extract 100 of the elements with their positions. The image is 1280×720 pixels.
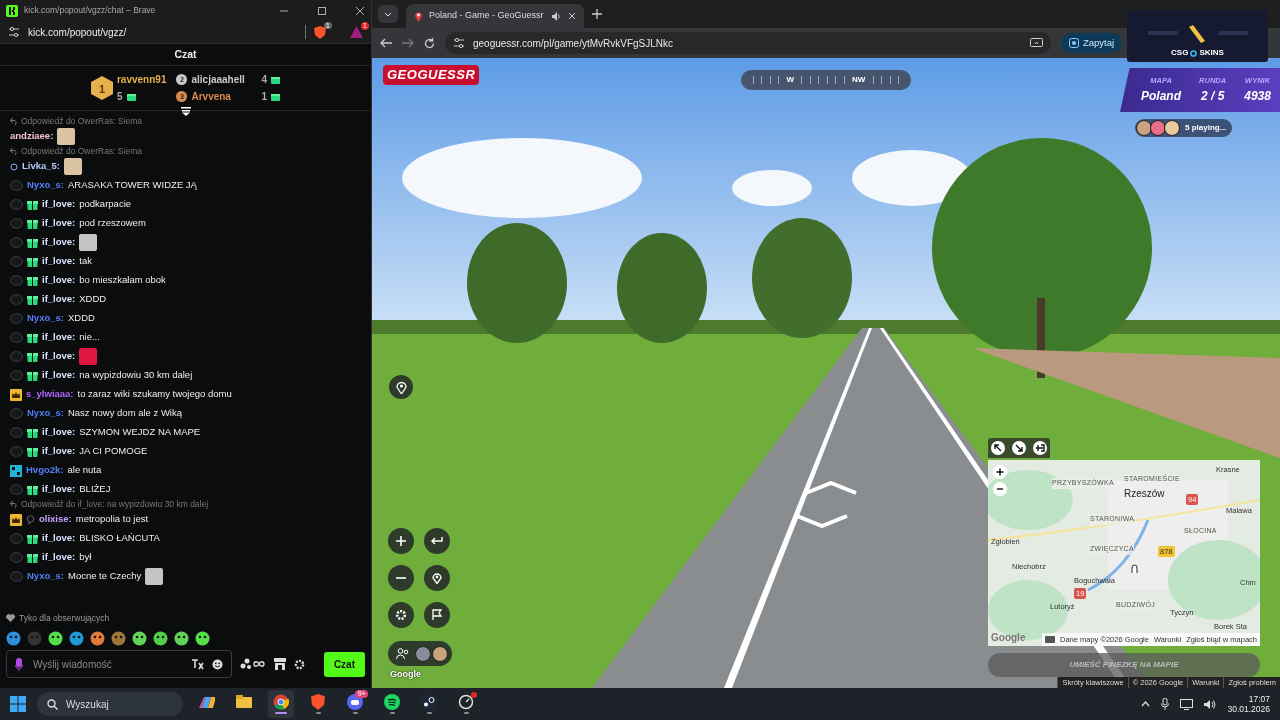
gift-badge-icon <box>27 484 38 495</box>
close-icon[interactable] <box>568 12 576 20</box>
plus-icon <box>996 468 1004 476</box>
window-title: kick.com/popout/vgzz/chat – Brave <box>24 4 157 17</box>
emote-icon[interactable] <box>6 630 21 646</box>
gift-icon <box>271 75 280 84</box>
ring-badge-icon <box>10 180 23 191</box>
username: Arvvena <box>191 90 232 104</box>
username: if_love: <box>42 273 76 288</box>
map-size-button[interactable] <box>991 441 1006 455</box>
maximize-icon[interactable] <box>317 5 327 16</box>
avatar <box>432 645 448 662</box>
ring-badge-icon <box>10 552 23 563</box>
map-size-button[interactable] <box>1032 441 1047 455</box>
game-logo[interactable]: GEOGUESSR <box>383 65 480 85</box>
lens-icon <box>1069 38 1079 48</box>
translate-icon[interactable] <box>192 658 204 670</box>
emote-icon[interactable] <box>48 630 63 646</box>
username: ravvenn91 <box>116 73 167 87</box>
new-tab-icon[interactable] <box>592 9 602 19</box>
heart-icon <box>6 614 15 622</box>
map-size-button[interactable] <box>1012 441 1026 455</box>
sound-waves-icon <box>384 694 400 710</box>
reload-icon[interactable] <box>424 37 435 49</box>
advertisement[interactable]: CSG SKINS <box>1127 10 1268 62</box>
message-field[interactable]: Wyślij wiadomość <box>6 650 232 678</box>
chevron-up-icon[interactable] <box>1141 701 1151 707</box>
taskbar-search[interactable]: Wyszukaj <box>37 692 183 716</box>
keyboard-icon[interactable] <box>1044 635 1055 643</box>
plus-icon <box>395 535 407 547</box>
ring-badge-icon <box>10 370 23 381</box>
emote-icon[interactable] <box>69 630 84 646</box>
guess-map[interactable] <box>988 460 1260 646</box>
username: s_ylwiaaa: <box>26 387 74 402</box>
store-icon[interactable] <box>274 658 286 670</box>
username: if_love: <box>42 482 76 497</box>
browser-tab[interactable]: Poland - Game - GeoGuessr <box>406 4 584 28</box>
microphone-icon[interactable] <box>1161 698 1170 710</box>
address-bar[interactable]: geoguessr.com/pl/game/ytMvRvkVFgSJLNkc <box>445 32 1051 54</box>
ring-badge-icon <box>10 484 23 495</box>
filter-icon[interactable] <box>179 107 192 116</box>
circle-badge-icon <box>10 162 18 171</box>
cast-icon[interactable] <box>1030 37 1043 49</box>
message-input[interactable]: Wyślij wiadomość <box>31 655 184 673</box>
username: if_love: <box>42 292 76 307</box>
url-text[interactable]: kick.com/popout/vgzz/ <box>28 24 297 40</box>
microphone-icon[interactable] <box>15 657 23 671</box>
gift-badge-icon <box>27 446 38 457</box>
close-icon[interactable] <box>355 5 365 16</box>
emote-icon[interactable] <box>90 630 105 646</box>
ring-badge-icon <box>10 199 23 210</box>
message-text: JA CI POMOGE <box>79 444 148 459</box>
taskbar-app[interactable] <box>268 690 294 718</box>
gift-count: 5 <box>116 90 123 104</box>
username: Hvgo2k: <box>26 463 64 478</box>
dial-icon <box>458 694 474 710</box>
infinity-points-icon[interactable] <box>240 658 266 670</box>
emote-icon[interactable] <box>174 630 189 646</box>
send-button[interactable]: Czat <box>323 651 365 677</box>
tune-icon[interactable] <box>8 26 20 38</box>
chat-title: Czat <box>0 44 371 66</box>
ask-button[interactable]: Zapytaj <box>1061 32 1123 54</box>
monitor-icon[interactable] <box>1180 698 1194 710</box>
ad-brand-text: CSG <box>1171 47 1189 59</box>
ring-badge-icon <box>10 256 23 267</box>
emote-icon[interactable] <box>195 630 210 646</box>
gift-badge-icon <box>27 294 38 305</box>
username: if_love: <box>42 550 76 565</box>
gift-badge-icon <box>27 237 38 248</box>
reply-context: Odpowiedź do OwerRas: Siema <box>21 116 142 127</box>
speaker-icon[interactable] <box>1204 698 1217 710</box>
ring-badge-icon <box>10 351 23 362</box>
emoji-icon[interactable] <box>212 658 223 670</box>
speaker-icon[interactable] <box>552 11 562 21</box>
back-icon[interactable] <box>380 38 392 48</box>
gift-badge-icon <box>27 218 38 229</box>
gift-badge-icon <box>27 256 38 267</box>
message-text: podkarpacie <box>79 197 132 212</box>
tune-icon[interactable] <box>453 37 465 49</box>
message-text: tak <box>79 254 92 269</box>
settings-icon <box>395 609 407 621</box>
windows-start-icon[interactable] <box>10 696 26 712</box>
clock-date[interactable]: 30.01.2026 <box>1227 704 1270 715</box>
players-button[interactable] <box>388 641 452 666</box>
players-pill[interactable]: 5 playing... <box>1135 119 1233 137</box>
zoom-in-button[interactable] <box>993 465 1007 479</box>
ring-badge-icon <box>10 218 23 229</box>
ring-badge-icon <box>10 275 23 286</box>
emote-icon[interactable] <box>153 630 168 646</box>
ring-badge-icon <box>10 446 23 457</box>
settings-icon[interactable] <box>294 658 305 670</box>
emote-icon[interactable] <box>111 630 126 646</box>
username: Nyxo_s: <box>27 569 64 584</box>
players-count: 5 playing... <box>1185 122 1227 134</box>
clock-time[interactable]: 17:07 <box>1248 693 1270 704</box>
message-text: to zaraz wiki szukamy twojego domu <box>77 387 232 402</box>
forward-icon[interactable] <box>402 38 414 48</box>
triangle-icon[interactable] <box>350 26 363 38</box>
gift-icon <box>126 92 136 101</box>
emote-icon[interactable] <box>132 630 147 646</box>
